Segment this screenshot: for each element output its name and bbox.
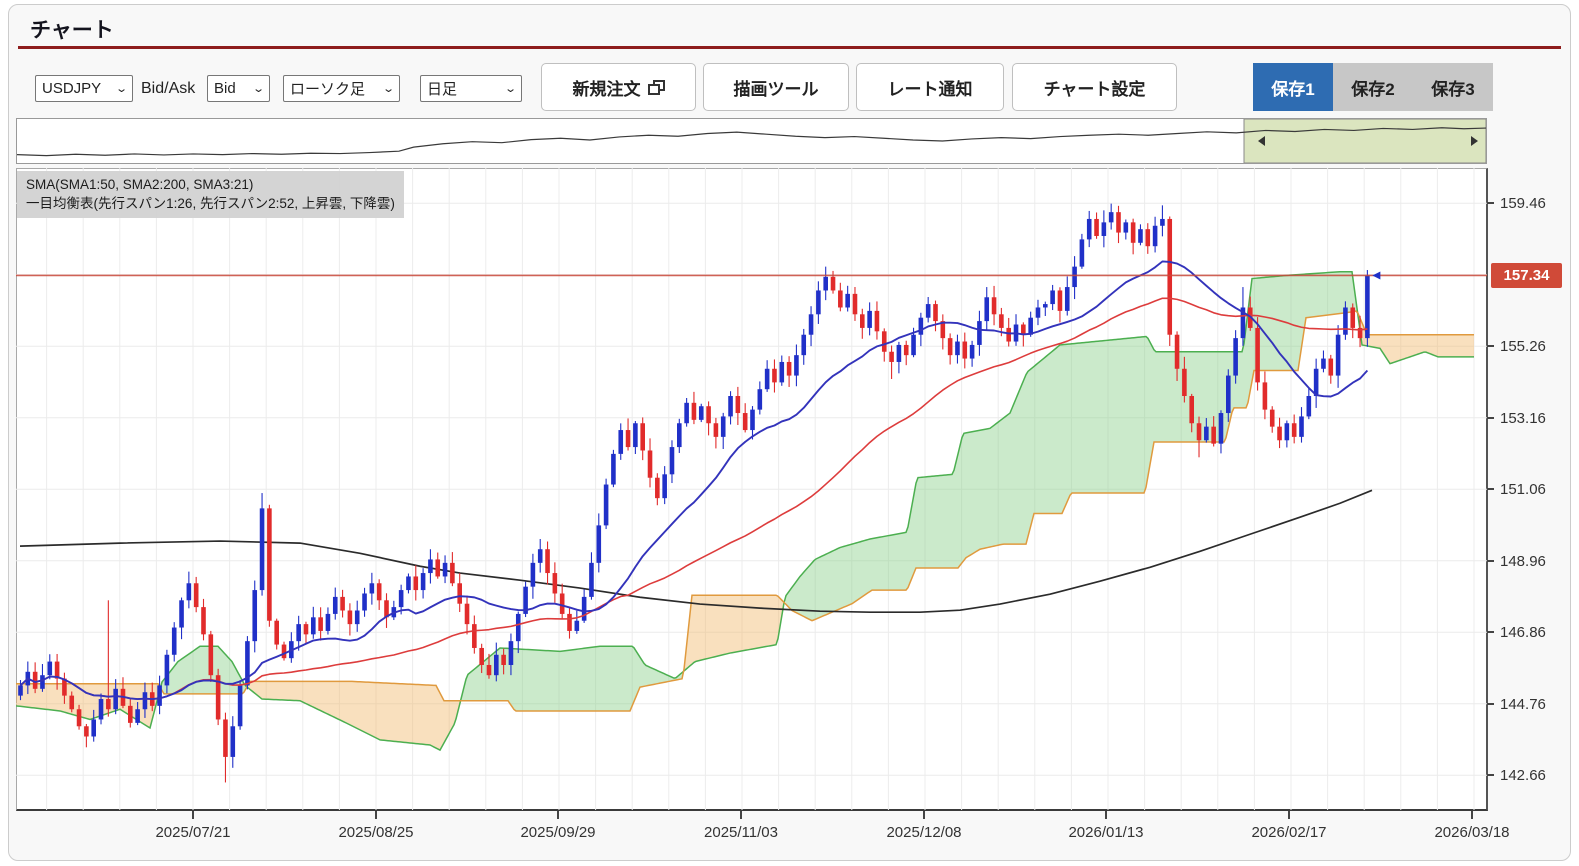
rate-alert-label: レート通知 [888,75,973,100]
price-tick-mark [1487,774,1494,776]
date-tick-label: 2025/09/29 [503,824,613,841]
date-tick-mark [740,811,742,819]
date-tick-mark [1471,811,1473,819]
timeframe-select-value: 日足 [427,78,457,99]
price-tick-mark [1487,488,1494,490]
date-tick-label: 2025/11/03 [686,824,796,841]
date-tick-label: 2026/01/13 [1051,824,1161,841]
page-title: チャート [30,14,114,44]
save-slot-3-button[interactable]: 保存3 [1413,63,1493,111]
price-tick-label: 155.26 [1500,338,1546,355]
price-tick-mark [1487,202,1494,204]
indicator-legend: SMA(SMA1:50, SMA2:200, SMA3:21) 一目均衡表(先行… [17,171,404,218]
pair-select-value: USDJPY [42,80,101,97]
date-tick-mark [1288,811,1290,819]
date-tick-label: 2025/07/21 [138,824,248,841]
date-tick-mark [923,811,925,819]
chevron-down-icon: ⌄ [504,82,517,95]
date-tick-mark [1105,811,1107,819]
price-tick-mark [1487,703,1494,705]
rate-alert-button[interactable]: レート通知 [856,63,1004,111]
current-price-badge: 157.34 [1491,263,1562,288]
chart-settings-button[interactable]: チャート設定 [1012,63,1177,111]
chart-type-select[interactable]: ローソク足 ⌄ [283,75,400,102]
date-tick-label: 2025/08/25 [321,824,431,841]
date-tick-mark [192,811,194,819]
chart-type-select-value: ローソク足 [290,78,365,99]
save-slot-1-button[interactable]: 保存1 [1253,63,1333,111]
draw-tools-label: 描画ツール [734,75,819,100]
chart-screen: { "header": { "title": "チャート" }, "toolba… [0,0,1579,866]
save-slot-2-button[interactable]: 保存2 [1333,63,1413,111]
pair-select[interactable]: USDJPY ⌄ [35,75,133,102]
chevron-down-icon: ⌄ [115,82,128,95]
date-tick-mark [375,811,377,819]
price-tick-label: 153.16 [1500,410,1546,427]
price-tick-mark [1487,417,1494,419]
ichimoku-legend-line: 一目均衡表(先行スパン1:26, 先行スパン2:52, 上昇雲, 下降雲) [26,194,395,213]
bid-select-value: Bid [214,80,236,97]
price-tick-mark [1487,560,1494,562]
price-tick-label: 151.06 [1500,481,1546,498]
date-tick-mark [557,811,559,819]
price-tick-label: 148.96 [1500,553,1546,570]
new-order-label: 新規注文 [573,75,641,100]
date-tick-label: 2025/12/08 [869,824,979,841]
main-chart-plot[interactable]: SMA(SMA1:50, SMA2:200, SMA3:21) 一目均衡表(先行… [16,168,1488,811]
chevron-down-icon: ⌄ [252,82,265,95]
sma-legend-line: SMA(SMA1:50, SMA2:200, SMA3:21) [26,175,395,194]
title-divider [18,46,1561,49]
range-navigator[interactable] [16,118,1487,164]
chart-settings-label: チャート設定 [1044,75,1146,100]
bid-select[interactable]: Bid ⌄ [207,75,270,102]
candlestick-chart[interactable] [16,168,1488,811]
price-tick-label: 146.86 [1500,624,1546,641]
timeframe-select[interactable]: 日足 ⌄ [420,75,522,102]
draw-tools-button[interactable]: 描画ツール [703,63,849,111]
new-order-button[interactable]: 新規注文 [541,63,696,111]
date-axis-labels: 2025/07/21 2025/08/25 2025/09/29 2025/11/03… [0,824,1579,846]
save-slot-group: 保存1 保存2 保存3 [1253,63,1493,111]
price-tick-label: 144.76 [1500,696,1546,713]
price-tick-label: 159.46 [1500,195,1546,212]
bid-ask-label: Bid/Ask [141,80,195,98]
navigator-chart[interactable] [17,119,1486,163]
open-window-icon [648,80,665,95]
price-tick-mark [1487,631,1494,633]
date-tick-label: 2026/02/17 [1234,824,1344,841]
date-tick-label: 2026/03/18 [1417,824,1527,841]
chevron-down-icon: ⌄ [382,82,395,95]
price-tick-label: 142.66 [1500,767,1546,784]
price-tick-mark [1487,345,1494,347]
